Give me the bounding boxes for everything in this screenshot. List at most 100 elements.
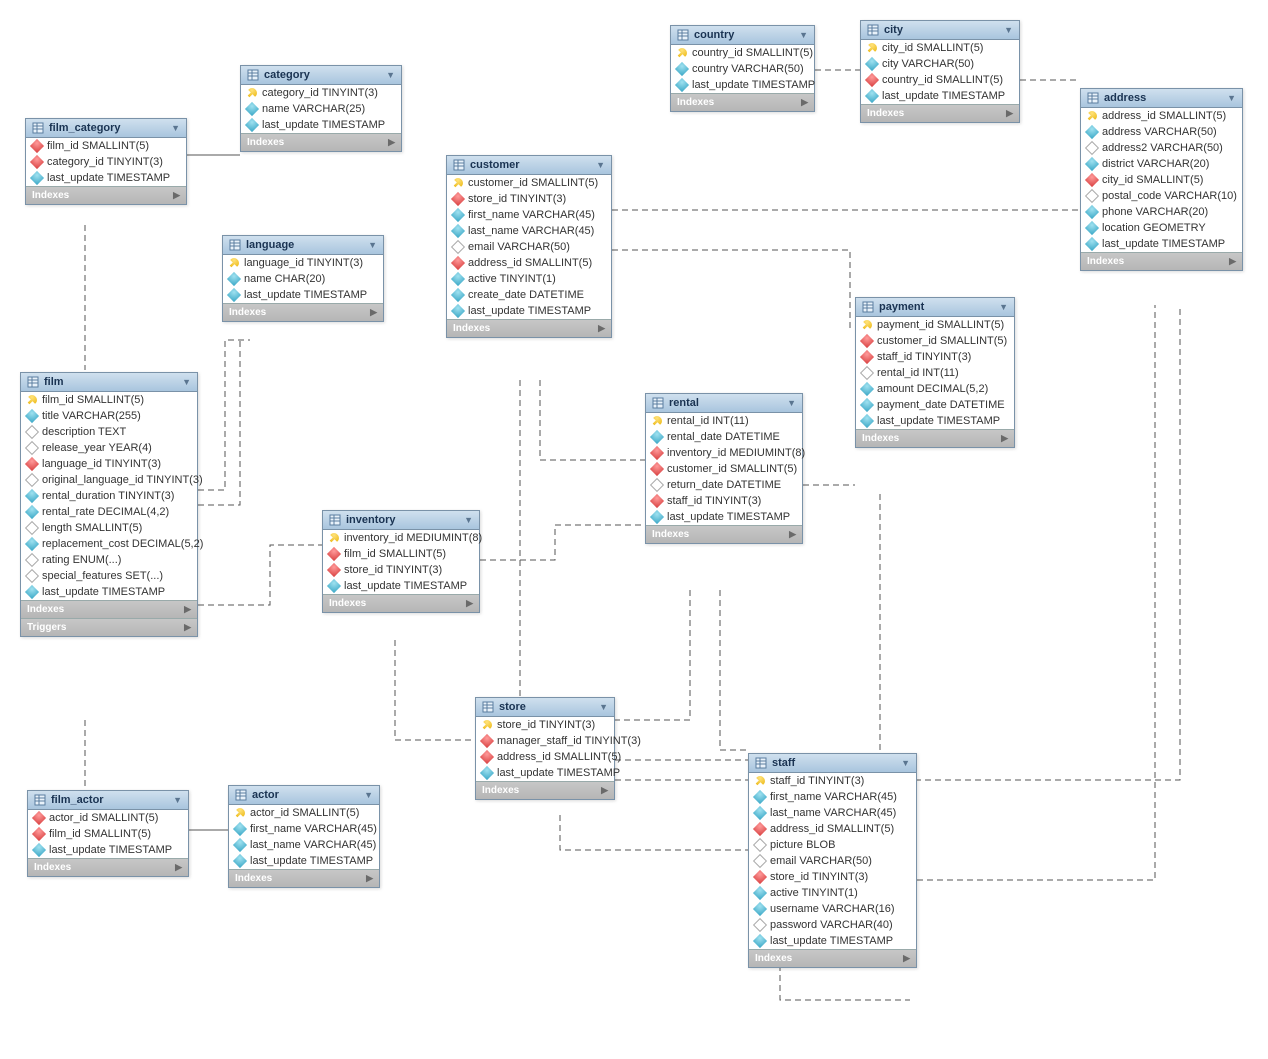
column-row[interactable]: last_update TIMESTAMP xyxy=(26,170,186,186)
column-row[interactable]: city_id SMALLINT(5) xyxy=(1081,172,1242,188)
table-header[interactable]: language▼ xyxy=(223,236,383,255)
column-row[interactable]: postal_code VARCHAR(10) xyxy=(1081,188,1242,204)
table-customer[interactable]: customer▼customer_id SMALLINT(5)store_id… xyxy=(446,155,612,338)
column-row[interactable]: address VARCHAR(50) xyxy=(1081,124,1242,140)
column-row[interactable]: create_date DATETIME xyxy=(447,287,611,303)
column-row[interactable]: country_id SMALLINT(5) xyxy=(861,72,1019,88)
table-header[interactable]: film_category▼ xyxy=(26,119,186,138)
column-row[interactable]: name CHAR(20) xyxy=(223,271,383,287)
column-row[interactable]: rental_date DATETIME xyxy=(646,429,802,445)
expand-icon[interactable]: ▶ xyxy=(601,785,608,796)
expand-icon[interactable]: ▶ xyxy=(801,97,808,108)
column-row[interactable]: address_id SMALLINT(5) xyxy=(749,821,916,837)
expand-icon[interactable]: ▶ xyxy=(903,953,910,964)
expand-icon[interactable]: ▶ xyxy=(598,323,605,334)
column-row[interactable]: return_date DATETIME xyxy=(646,477,802,493)
indexes-section[interactable]: Indexes▶ xyxy=(21,600,197,618)
indexes-section[interactable]: Indexes▶ xyxy=(447,319,611,337)
column-row[interactable]: payment_date DATETIME xyxy=(856,397,1014,413)
column-row[interactable]: actor_id SMALLINT(5) xyxy=(28,810,188,826)
expand-icon[interactable]: ▶ xyxy=(175,862,182,873)
column-row[interactable]: city_id SMALLINT(5) xyxy=(861,40,1019,56)
expand-icon[interactable]: ▶ xyxy=(184,622,191,633)
table-header[interactable]: store▼ xyxy=(476,698,614,717)
column-row[interactable]: description TEXT xyxy=(21,424,197,440)
collapse-icon[interactable]: ▼ xyxy=(368,240,377,250)
expand-icon[interactable]: ▶ xyxy=(466,598,473,609)
column-row[interactable]: location GEOMETRY xyxy=(1081,220,1242,236)
column-row[interactable]: inventory_id MEDIUMINT(8) xyxy=(323,530,479,546)
column-row[interactable]: first_name VARCHAR(45) xyxy=(749,789,916,805)
collapse-icon[interactable]: ▼ xyxy=(1004,25,1013,35)
table-header[interactable]: inventory▼ xyxy=(323,511,479,530)
table-country[interactable]: country▼country_id SMALLINT(5)country VA… xyxy=(670,25,815,112)
table-category[interactable]: category▼category_id TINYINT(3)name VARC… xyxy=(240,65,402,152)
column-row[interactable]: title VARCHAR(255) xyxy=(21,408,197,424)
expand-icon[interactable]: ▶ xyxy=(789,529,796,540)
column-row[interactable]: last_update TIMESTAMP xyxy=(21,584,197,600)
column-row[interactable]: last_update TIMESTAMP xyxy=(856,413,1014,429)
table-address[interactable]: address▼address_id SMALLINT(5)address VA… xyxy=(1080,88,1243,271)
table-film_actor[interactable]: film_actor▼actor_id SMALLINT(5)film_id S… xyxy=(27,790,189,877)
column-row[interactable]: last_update TIMESTAMP xyxy=(749,933,916,949)
collapse-icon[interactable]: ▼ xyxy=(799,30,808,40)
indexes-section[interactable]: Indexes▶ xyxy=(646,525,802,543)
table-header[interactable]: staff▼ xyxy=(749,754,916,773)
column-row[interactable]: first_name VARCHAR(45) xyxy=(229,821,379,837)
column-row[interactable]: last_update TIMESTAMP xyxy=(1081,236,1242,252)
column-row[interactable]: rating ENUM(...) xyxy=(21,552,197,568)
table-header[interactable]: customer▼ xyxy=(447,156,611,175)
column-row[interactable]: film_id SMALLINT(5) xyxy=(26,138,186,154)
collapse-icon[interactable]: ▼ xyxy=(999,302,1008,312)
collapse-icon[interactable]: ▼ xyxy=(171,123,180,133)
column-row[interactable]: address_id SMALLINT(5) xyxy=(476,749,614,765)
column-row[interactable]: category_id TINYINT(3) xyxy=(26,154,186,170)
table-header[interactable]: address▼ xyxy=(1081,89,1242,108)
column-row[interactable]: store_id TINYINT(3) xyxy=(323,562,479,578)
column-row[interactable]: customer_id SMALLINT(5) xyxy=(447,175,611,191)
column-row[interactable]: customer_id SMALLINT(5) xyxy=(646,461,802,477)
collapse-icon[interactable]: ▼ xyxy=(182,377,191,387)
column-row[interactable]: rental_id INT(11) xyxy=(856,365,1014,381)
column-row[interactable]: rental_duration TINYINT(3) xyxy=(21,488,197,504)
column-row[interactable]: film_id SMALLINT(5) xyxy=(21,392,197,408)
column-row[interactable]: first_name VARCHAR(45) xyxy=(447,207,611,223)
column-row[interactable]: last_name VARCHAR(45) xyxy=(229,837,379,853)
column-row[interactable]: address_id SMALLINT(5) xyxy=(447,255,611,271)
table-header[interactable]: payment▼ xyxy=(856,298,1014,317)
table-film_category[interactable]: film_category▼film_id SMALLINT(5)categor… xyxy=(25,118,187,205)
column-row[interactable]: staff_id TINYINT(3) xyxy=(856,349,1014,365)
table-city[interactable]: city▼city_id SMALLINT(5)city VARCHAR(50)… xyxy=(860,20,1020,123)
column-row[interactable]: store_id TINYINT(3) xyxy=(476,717,614,733)
column-row[interactable]: address_id SMALLINT(5) xyxy=(1081,108,1242,124)
table-header[interactable]: rental▼ xyxy=(646,394,802,413)
column-row[interactable]: language_id TINYINT(3) xyxy=(21,456,197,472)
collapse-icon[interactable]: ▼ xyxy=(599,702,608,712)
column-row[interactable]: last_update TIMESTAMP xyxy=(323,578,479,594)
collapse-icon[interactable]: ▼ xyxy=(1227,93,1236,103)
column-row[interactable]: store_id TINYINT(3) xyxy=(447,191,611,207)
indexes-section[interactable]: Indexes▶ xyxy=(749,949,916,967)
expand-icon[interactable]: ▶ xyxy=(1006,108,1013,119)
column-row[interactable]: city VARCHAR(50) xyxy=(861,56,1019,72)
expand-icon[interactable]: ▶ xyxy=(1229,256,1236,267)
column-row[interactable]: district VARCHAR(20) xyxy=(1081,156,1242,172)
table-header[interactable]: film▼ xyxy=(21,373,197,392)
collapse-icon[interactable]: ▼ xyxy=(173,795,182,805)
column-row[interactable]: last_update TIMESTAMP xyxy=(861,88,1019,104)
triggers-section[interactable]: Triggers▶ xyxy=(21,618,197,636)
column-row[interactable]: special_features SET(...) xyxy=(21,568,197,584)
column-row[interactable]: language_id TINYINT(3) xyxy=(223,255,383,271)
indexes-section[interactable]: Indexes▶ xyxy=(856,429,1014,447)
column-row[interactable]: staff_id TINYINT(3) xyxy=(749,773,916,789)
column-row[interactable]: last_update TIMESTAMP xyxy=(646,509,802,525)
collapse-icon[interactable]: ▼ xyxy=(901,758,910,768)
column-row[interactable]: rental_id INT(11) xyxy=(646,413,802,429)
column-row[interactable]: payment_id SMALLINT(5) xyxy=(856,317,1014,333)
column-row[interactable]: film_id SMALLINT(5) xyxy=(28,826,188,842)
expand-icon[interactable]: ▶ xyxy=(184,604,191,615)
expand-icon[interactable]: ▶ xyxy=(370,307,377,318)
column-row[interactable]: category_id TINYINT(3) xyxy=(241,85,401,101)
table-header[interactable]: city▼ xyxy=(861,21,1019,40)
column-row[interactable]: name VARCHAR(25) xyxy=(241,101,401,117)
